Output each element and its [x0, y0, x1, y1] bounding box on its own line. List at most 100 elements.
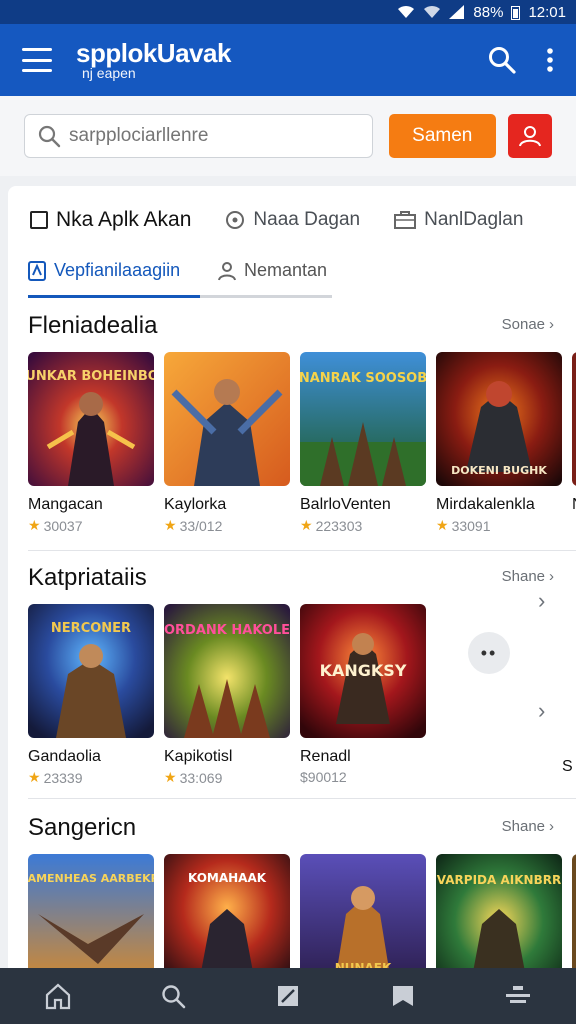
art-text: NANRAK SOOSOB [300, 371, 426, 386]
app-thumbnail[interactable]: MUNKAR BOHEINBON [28, 352, 154, 486]
app-tile[interactable]: MUNKAR BOHEINBON Mangacan ★30037 [28, 352, 154, 534]
divider [28, 798, 576, 799]
app-thumbnail[interactable] [164, 352, 290, 486]
app-row: MUNKAR BOHEINBON Mangacan ★30037 Kaylork… [28, 352, 576, 534]
see-more-label: Shane [501, 818, 545, 835]
see-more-link[interactable]: Sonae › [502, 316, 554, 333]
app-thumbnail[interactable]: KANGKSY [300, 604, 426, 738]
app-rating: ★ 33/012 [164, 517, 290, 534]
rating-value: 33:069 [179, 769, 223, 786]
user-button[interactable] [507, 114, 553, 158]
star-icon: ★ [164, 769, 177, 785]
app-name: N [572, 496, 576, 514]
section-title: Fleniadealia [28, 312, 158, 339]
app-rating: $90012 [300, 769, 426, 785]
section-title: Sangericn [28, 814, 137, 841]
chevron-right-icon: › [549, 818, 554, 835]
art-text: ORDANK HAKOLE [164, 623, 290, 638]
see-more-link[interactable]: Shane › [502, 818, 554, 835]
rating-value: $90012 [300, 769, 347, 785]
app-tile[interactable]: NANRAK SOOSOB BalrloVenten ★ 223303 [300, 352, 426, 534]
art-text: NERCONER [51, 621, 131, 636]
search-button[interactable]: Samen [389, 114, 496, 158]
clock: 12:01 [528, 3, 566, 21]
see-more-label: Sonae [501, 316, 545, 333]
search-input[interactable] [69, 125, 359, 147]
battery-icon [511, 5, 521, 20]
kebab-icon[interactable] [546, 47, 554, 73]
brand-subtitle: nj eapen [82, 65, 136, 81]
app-rating: ★ 33:069 [164, 769, 290, 786]
search-field[interactable] [24, 114, 374, 158]
brand-logo: spplokUavak nj eapen [76, 40, 231, 80]
bookmark-icon[interactable] [383, 976, 423, 1016]
tab-active[interactable]: Vepfianilaaagiin [28, 260, 180, 281]
app-rating: ★ 223303 [300, 517, 426, 534]
art-text: VARPIDA AIKNBRR [437, 873, 561, 887]
divider [28, 550, 576, 551]
app-name: Renadl [300, 748, 351, 765]
rating-value: 223303 [315, 517, 363, 534]
art-text: DIAMENHEAS AARBEKRA [28, 872, 154, 885]
rating-value: 23339 [43, 769, 83, 786]
app-tile[interactable]: DOKENI BUGHK Mirdakalenkla ★ 33091 [436, 352, 562, 534]
app-name: Mirdakalenkla [436, 496, 535, 513]
signal-icon [449, 5, 465, 19]
filter-second[interactable]: Naaa Dagan [225, 209, 360, 231]
filter-all[interactable]: Nka Aplk Akan [30, 208, 191, 232]
chevron-right-icon[interactable]: › [538, 698, 545, 724]
app-tile[interactable]: ORDANK HAKOLE Kapikotisl ★ 33:069 [164, 604, 290, 786]
art-text: KANGKSY [320, 661, 407, 680]
tab-indicator [28, 295, 200, 298]
app-name: BalrloVenten [300, 496, 391, 513]
app-tile[interactable]: N [572, 352, 576, 534]
star-icon: ★ [28, 517, 41, 533]
app-thumbnail[interactable] [572, 352, 576, 486]
app-thumbnail[interactable]: DOKENI BUGHK [436, 352, 562, 486]
app-name: Kapikotisl [164, 748, 233, 765]
app-row: NERCONER Gandaolia ★ 23339 ORDANK HAKOLE … [28, 604, 426, 786]
chevron-right-icon[interactable]: › [538, 588, 545, 614]
more-dots-button[interactable]: •• [468, 632, 510, 674]
briefcase-icon [394, 211, 417, 229]
hamburger-icon[interactable] [22, 48, 52, 72]
app-thumbnail[interactable]: ORDANK HAKOLE [164, 604, 290, 738]
star-icon: ★ [300, 517, 313, 533]
art-text: KOMAHAAK [188, 871, 267, 885]
app-tile[interactable]: KANGKSY Renadl $90012 [300, 604, 426, 786]
star-icon: ★ [436, 517, 449, 533]
tab-other[interactable]: Nemantan [218, 260, 327, 281]
rating-value: 33/012 [179, 517, 223, 534]
queue-icon[interactable] [498, 976, 538, 1016]
tab-other-label: Nemantan [244, 260, 328, 280]
wifi-icon [424, 5, 441, 18]
edit-icon[interactable] [268, 976, 308, 1016]
home-icon[interactable] [38, 976, 78, 1016]
star-icon: ★ [28, 769, 41, 785]
checkbox-icon[interactable] [30, 211, 48, 229]
search-icon[interactable] [153, 976, 193, 1016]
wifi-icon [398, 5, 415, 18]
search-row: Samen [0, 96, 576, 176]
person-icon [218, 261, 236, 280]
app-tile[interactable]: Kaylorka ★ 33/012 [164, 352, 290, 534]
app-rating: ★ 30037 [28, 517, 154, 534]
search-icon [38, 125, 61, 148]
app-tile[interactable]: NERCONER Gandaolia ★ 23339 [28, 604, 154, 786]
app-name: Gandaolia [28, 748, 101, 765]
filter-third[interactable]: NanlDaglan [394, 209, 523, 231]
app-rating: ★ 23339 [28, 769, 154, 786]
search-icon[interactable] [488, 46, 516, 74]
chevron-right-icon: › [549, 568, 554, 585]
see-more-link[interactable]: Shane › [502, 568, 554, 585]
section-title: Katpriataiis [28, 564, 147, 591]
app-thumbnail[interactable]: NERCONER [28, 604, 154, 738]
art-text: MUNKAR BOHEINBON [28, 369, 154, 384]
battery-percent: 88% [473, 3, 504, 21]
see-more-label: Shane [501, 568, 545, 585]
app-name: S [562, 758, 573, 775]
app-name: Mangacan [28, 496, 103, 513]
shield-icon [28, 260, 46, 281]
app-name: Kaylorka [164, 496, 227, 513]
app-thumbnail[interactable]: NANRAK SOOSOB [300, 352, 426, 486]
